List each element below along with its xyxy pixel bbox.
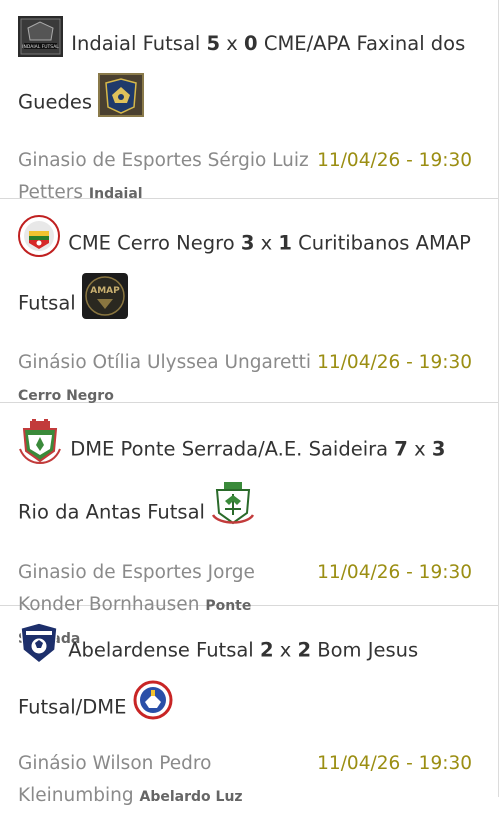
score-separator: x	[414, 437, 426, 461]
ponte-serrada-crest	[18, 419, 62, 481]
match-title: CME Cerro Negro 3 x 1 Curitibanos AMAP F…	[18, 199, 478, 335]
venue-name: Ginasio de Esportes Sérgio Luiz Petters	[18, 150, 309, 203]
indaial-logo-text: INDAIAL FUTSAL	[22, 44, 59, 50]
score-separator: x	[260, 231, 273, 255]
away-team-link[interactable]: Rio da Antas Futsal	[18, 501, 205, 524]
match-title: INDAIAL FUTSAL Indaial Futsal 5 x 0 CME/…	[18, 0, 478, 133]
away-score: 3	[431, 437, 446, 461]
score-separator: x	[226, 32, 238, 55]
away-score: 1	[278, 231, 292, 255]
bom-jesus-crest	[133, 680, 173, 736]
match-datetime: 11/04/26 - 19:30	[317, 150, 472, 171]
match-datetime: 11/04/26 - 19:30	[317, 753, 472, 774]
city-name: Abelardo Luz	[139, 789, 243, 805]
match-title: DME Ponte Serrada/A.E. Saideira 7 x 3 Ri…	[18, 403, 478, 545]
indaial-futsal-crest: INDAIAL FUTSAL	[18, 16, 63, 73]
curitibanos-amap-crest: AMAP	[81, 273, 128, 335]
cme-cerro-negro-crest	[18, 215, 60, 273]
match-datetime: 11/04/26 - 19:30	[317, 352, 472, 373]
away-score: 2	[297, 638, 312, 662]
venue-name: Ginásio Otília Ulyssea Ungaretti	[18, 352, 312, 373]
score-separator: x	[279, 638, 292, 662]
home-team-link[interactable]: CME Cerro Negro	[68, 232, 234, 255]
home-team-link[interactable]: DME Ponte Serrada/A.E. Saideira	[70, 438, 388, 461]
match-card[interactable]: DME Ponte Serrada/A.E. Saideira 7 x 3 Ri…	[0, 403, 498, 647]
rio-das-antas-crest	[211, 481, 255, 545]
match-datetime: 11/04/26 - 19:30	[317, 562, 472, 583]
away-score: 0	[244, 32, 258, 55]
home-team-link[interactable]: Abelardense Futsal	[68, 639, 254, 662]
home-score: 2	[259, 638, 274, 662]
faxinal-dos-guedes-crest	[98, 73, 145, 133]
amap-logo-text: AMAP	[90, 286, 120, 296]
home-score: 3	[240, 231, 255, 255]
abelardense-futsal-crest	[18, 622, 60, 680]
match-card[interactable]: CME Cerro Negro 3 x 1 Curitibanos AMAP F…	[0, 199, 498, 404]
match-title: Abelardense Futsal 2 x 2 Bom Jesus Futsa…	[18, 606, 478, 736]
match-info: Ginásio Wilson Pedro Kleinumbing Abelard…	[18, 748, 480, 813]
match-card[interactable]: INDAIAL FUTSAL Indaial Futsal 5 x 0 CME/…	[0, 0, 498, 203]
home-score: 7	[394, 437, 408, 461]
home-team-link[interactable]: Indaial Futsal	[71, 32, 200, 55]
city-name: Cerro Negro	[18, 388, 114, 404]
home-score: 5	[206, 32, 221, 55]
match-card[interactable]: Abelardense Futsal 2 x 2 Bom Jesus Futsa…	[0, 606, 498, 806]
venue: Ginásio Wilson Pedro Kleinumbing Abelard…	[18, 748, 318, 813]
match-list: INDAIAL FUTSAL Indaial Futsal 5 x 0 CME/…	[0, 0, 499, 806]
